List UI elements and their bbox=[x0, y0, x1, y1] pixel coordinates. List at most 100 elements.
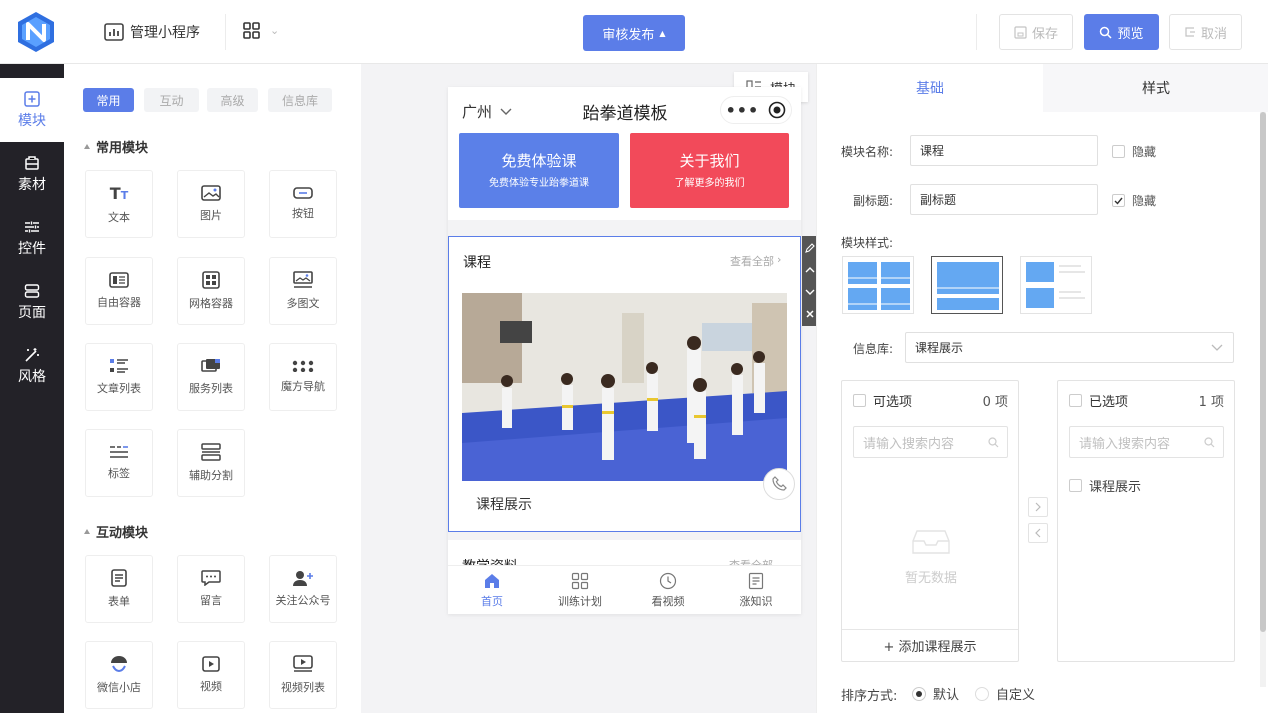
move-up-icon[interactable] bbox=[805, 266, 815, 274]
rail-label: 素材 bbox=[18, 176, 46, 193]
module-text[interactable]: TT 文本 bbox=[85, 170, 153, 238]
style-option-full[interactable] bbox=[931, 256, 1003, 314]
save-button[interactable]: 保存 bbox=[999, 14, 1073, 50]
manage-label: 管理小程序 bbox=[130, 25, 200, 41]
empty-inbox-icon bbox=[911, 525, 951, 555]
tab-knowledge[interactable]: 涨知识 bbox=[730, 572, 782, 609]
search-placeholder: 请输入搜索内容 bbox=[1079, 436, 1171, 452]
available-select-all[interactable]: 可选项 bbox=[853, 391, 912, 410]
tab-home[interactable]: 首页 bbox=[466, 572, 518, 609]
rail-item-controls[interactable]: 控件 bbox=[0, 206, 64, 270]
publish-button[interactable]: 审核发布 ▲ bbox=[583, 15, 685, 51]
module-name-input[interactable]: 课程 bbox=[910, 135, 1098, 166]
image-icon bbox=[201, 185, 221, 201]
apps-dropdown[interactable]: ⌄ bbox=[243, 22, 279, 39]
free-trial-card[interactable]: 免费体验课 免费体验专业跆拳道课 bbox=[459, 133, 619, 208]
module-video-list[interactable]: 视频列表 bbox=[269, 641, 337, 709]
divider-icon bbox=[201, 443, 221, 461]
module-form[interactable]: 表单 bbox=[85, 555, 153, 623]
subtitle-input[interactable]: 副标题 bbox=[910, 184, 1098, 215]
add-course-button[interactable]: + 添加课程展示 bbox=[842, 629, 1018, 661]
library-label: 信息库: bbox=[853, 342, 894, 356]
tab-advanced[interactable]: 高级 bbox=[207, 88, 258, 112]
available-search-input[interactable]: 请输入搜索内容 bbox=[853, 426, 1008, 458]
rail-item-style[interactable]: 风格 bbox=[0, 334, 64, 398]
move-down-icon[interactable] bbox=[805, 288, 815, 296]
tag-icon bbox=[109, 445, 129, 459]
view-all-link[interactable]: 查看全部 › bbox=[730, 253, 781, 269]
checkbox bbox=[1112, 145, 1125, 158]
style-option-grid[interactable] bbox=[842, 256, 914, 314]
tab-watch-video[interactable]: 看视频 bbox=[642, 572, 694, 609]
module-wechat-shop[interactable]: 微信小店 bbox=[85, 641, 153, 709]
hide-label: 隐藏 bbox=[1132, 194, 1157, 208]
rail-item-pages[interactable]: 页面 bbox=[0, 270, 64, 334]
manage-miniprogram-button[interactable]: 管理小程序 bbox=[104, 22, 200, 42]
chevron-right-icon: › bbox=[777, 253, 782, 266]
message-icon bbox=[201, 570, 221, 586]
scrollbar-thumb[interactable] bbox=[1260, 112, 1266, 632]
move-left-button[interactable] bbox=[1028, 523, 1048, 543]
module-panel: 常用 互动 高级 信息库 常用模块 TT 文本 图片 按钮 自由容器 网格容器 … bbox=[64, 64, 361, 713]
tab-interact[interactable]: 互动 bbox=[144, 88, 199, 112]
sliders-icon bbox=[24, 219, 40, 235]
module-message[interactable]: 留言 bbox=[177, 555, 245, 623]
module-video[interactable]: 视频 bbox=[177, 641, 245, 709]
list-item[interactable]: 课程展示 bbox=[1069, 476, 1141, 495]
module-image[interactable]: 图片 bbox=[177, 170, 245, 238]
capsule-menu[interactable]: ••• bbox=[720, 96, 792, 124]
button-icon bbox=[293, 187, 313, 199]
move-right-button[interactable] bbox=[1028, 497, 1048, 517]
app-logo[interactable] bbox=[14, 10, 58, 54]
cancel-button[interactable]: 取消 bbox=[1169, 14, 1242, 50]
phone-header: 广州 跆拳道模板 ••• bbox=[448, 87, 801, 133]
course-module[interactable]: 课程 查看全部 › 课程展示 bbox=[448, 236, 801, 532]
about-us-card[interactable]: 关于我们 了解更多的我们 bbox=[630, 133, 789, 208]
city-selector[interactable]: 广州 bbox=[462, 101, 512, 122]
module-divider[interactable]: 辅助分割 bbox=[177, 429, 245, 497]
module-tag[interactable]: 标签 bbox=[85, 429, 153, 497]
course-title: 课程 bbox=[463, 255, 491, 271]
sort-custom-radio[interactable]: 自定义 bbox=[975, 684, 1035, 703]
radio-checked bbox=[912, 686, 926, 701]
module-grid-container[interactable]: 网格容器 bbox=[177, 257, 245, 325]
style-option-list[interactable] bbox=[1020, 256, 1092, 314]
module-article-list[interactable]: 文章列表 bbox=[85, 343, 153, 411]
selected-search-input[interactable]: 请输入搜索内容 bbox=[1069, 426, 1224, 458]
rail-item-modules[interactable]: 模块 bbox=[0, 78, 64, 142]
preview-button[interactable]: 预览 bbox=[1084, 14, 1159, 50]
checkbox bbox=[853, 394, 866, 407]
gap bbox=[448, 532, 801, 540]
module-service-list[interactable]: 服务列表 bbox=[177, 343, 245, 411]
tab-training-plan[interactable]: 训练计划 bbox=[552, 572, 608, 609]
search-icon bbox=[988, 436, 999, 448]
module-cube-nav[interactable]: 魔方导航 bbox=[269, 343, 337, 411]
hide-name-checkbox[interactable]: 隐藏 bbox=[1112, 143, 1156, 160]
module-label: 视频 bbox=[200, 680, 222, 693]
chevron-down-icon bbox=[500, 108, 512, 116]
tab-style[interactable]: 样式 bbox=[1043, 64, 1268, 112]
tab-library[interactable]: 信息库 bbox=[268, 88, 332, 112]
hide-subtitle-checkbox[interactable]: 隐藏 bbox=[1112, 192, 1156, 209]
card-title: 关于我们 bbox=[679, 152, 740, 170]
rail-item-material[interactable]: 素材 bbox=[0, 142, 64, 206]
clock-icon bbox=[659, 572, 677, 590]
scrollbar[interactable] bbox=[1260, 112, 1266, 687]
section-interact-modules[interactable]: 互动模块 bbox=[84, 522, 148, 541]
module-multi-image-text[interactable]: 多图文 bbox=[269, 257, 337, 325]
video-icon bbox=[202, 656, 220, 672]
sort-default-radio[interactable]: 默认 bbox=[912, 684, 959, 703]
tab-common[interactable]: 常用 bbox=[83, 88, 134, 112]
module-free-container[interactable]: 自由容器 bbox=[85, 257, 153, 325]
phone-preview: 广州 跆拳道模板 ••• 免费体验课 免费体验专业跆拳道课 关于我们 了解更多的… bbox=[448, 87, 801, 614]
section-common-modules[interactable]: 常用模块 bbox=[84, 137, 148, 156]
selected-select-all[interactable]: 已选项 bbox=[1069, 391, 1128, 410]
phone-call-button[interactable] bbox=[763, 468, 795, 500]
module-button[interactable]: 按钮 bbox=[269, 170, 337, 238]
tab-basic[interactable]: 基础 bbox=[817, 64, 1043, 112]
library-select[interactable]: 课程展示 bbox=[905, 332, 1234, 363]
cancel-label: 取消 bbox=[1200, 26, 1227, 42]
edit-icon[interactable] bbox=[805, 242, 815, 253]
module-follow-account[interactable]: 关注公众号 bbox=[269, 555, 337, 623]
delete-icon[interactable] bbox=[805, 309, 815, 319]
